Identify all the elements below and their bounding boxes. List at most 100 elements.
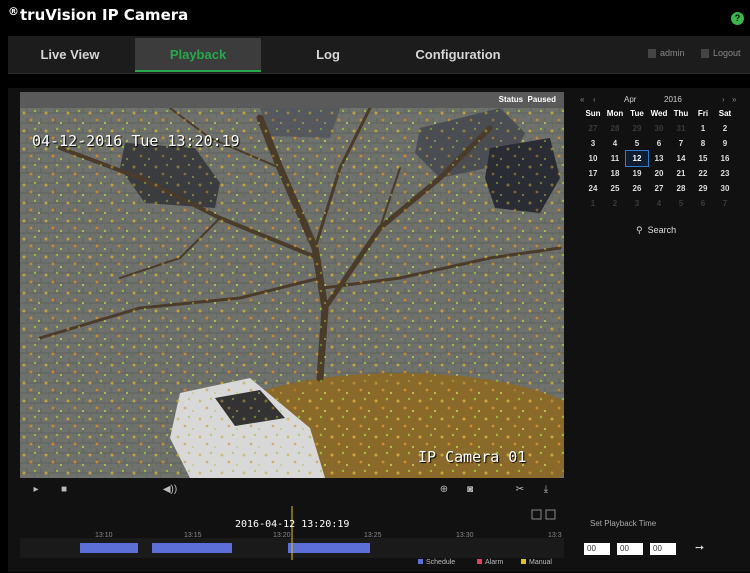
tab-live-view[interactable]: Live View xyxy=(30,38,110,72)
calendar-day[interactable]: 24 xyxy=(582,181,604,196)
video-player[interactable]: 04-12-2016 Tue 13:20:19 IP Camera 01 xyxy=(20,108,564,478)
status-bar: Status Paused xyxy=(20,92,564,108)
snapshot-icon[interactable]: ◙ xyxy=(464,484,476,496)
calendar-day[interactable]: 14 xyxy=(670,151,692,166)
title-bar: ®truVision IP Camera ? xyxy=(0,0,750,36)
status-value: Paused xyxy=(527,95,556,104)
calendar-day[interactable]: 4 xyxy=(604,136,626,151)
next-year-icon[interactable]: » xyxy=(732,95,736,104)
logout-button[interactable]: Logout xyxy=(701,48,741,59)
calendar-day[interactable]: 9 xyxy=(714,136,736,151)
zoom-icon[interactable]: ⊕ xyxy=(438,484,450,496)
tick-label: 13:3 xyxy=(548,532,562,539)
calendar-day[interactable]: 29 xyxy=(692,181,714,196)
calendar-day[interactable]: 30 xyxy=(714,181,736,196)
osd-timestamp: 04-12-2016 Tue 13:20:19 xyxy=(32,132,240,150)
calendar-day[interactable]: 30 xyxy=(648,121,670,136)
calendar-day[interactable]: 10 xyxy=(582,151,604,166)
weekday-header: Sun xyxy=(585,109,601,118)
calendar-day[interactable]: 11 xyxy=(604,151,626,166)
calendar-day[interactable]: 27 xyxy=(648,181,670,196)
next-month-icon[interactable]: › xyxy=(722,95,725,104)
calendar-day[interactable]: 25 xyxy=(604,181,626,196)
legend-label: Alarm xyxy=(485,559,503,566)
calendar-day[interactable]: 3 xyxy=(582,136,604,151)
calendar-day[interactable]: 27 xyxy=(582,121,604,136)
tick-label: 13:10 xyxy=(95,532,113,539)
search-icon: ⚲ xyxy=(636,225,643,235)
weekday-header: Thu xyxy=(673,109,689,118)
tab-log[interactable]: Log xyxy=(298,38,358,72)
recording-segment xyxy=(288,543,370,553)
brand-logo: ®truVision IP Camera xyxy=(8,5,188,24)
calendar-day[interactable]: 29 xyxy=(626,121,648,136)
search-button[interactable]: ⚲ Search xyxy=(636,225,676,236)
legend-swatch-manual xyxy=(521,559,526,564)
tick-label: 13:20 xyxy=(273,532,291,539)
go-arrow-icon[interactable]: ➙ xyxy=(695,541,704,554)
calendar-day[interactable]: 17 xyxy=(582,166,604,181)
weekday-header: Wed xyxy=(650,109,668,118)
calendar-day[interactable]: 8 xyxy=(692,136,714,151)
second-input[interactable] xyxy=(650,543,676,555)
prev-year-icon[interactable]: « xyxy=(580,95,584,104)
expand-icon xyxy=(531,509,542,520)
calendar-year: 2016 xyxy=(664,95,682,104)
timeline[interactable]: 2016-04-12 13:20:19 13:10 13:15 13:20 13… xyxy=(20,504,564,568)
download-icon[interactable]: ⤓ xyxy=(540,484,552,496)
calendar-day[interactable]: 12 xyxy=(625,150,649,167)
calendar-day[interactable]: 20 xyxy=(648,166,670,181)
calendar-day[interactable]: 6 xyxy=(648,136,670,151)
calendar-day[interactable]: 2 xyxy=(604,196,626,211)
calendar-month: Apr xyxy=(624,95,637,104)
playback-controls: ▸ ■ ◀)) ⊕ ◙ ✂ ⤓ xyxy=(20,480,564,502)
weekday-header: Sat xyxy=(718,109,732,118)
calendar-day[interactable]: 4 xyxy=(648,196,670,211)
calendar-grid: Sun Mon Tue Wed Thu Fri Sat 27 28 29 30 31 1 2 3 4 5 6 7 8 9… xyxy=(582,106,746,211)
calendar-day[interactable]: 1 xyxy=(582,196,604,211)
calendar-day[interactable]: 16 xyxy=(714,151,736,166)
tick-label: 13:25 xyxy=(364,532,382,539)
calendar-day[interactable]: 21 xyxy=(670,166,692,181)
calendar-day[interactable]: 5 xyxy=(626,136,648,151)
calendar-day[interactable]: 7 xyxy=(714,196,736,211)
volume-icon[interactable]: ◀)) xyxy=(160,484,180,496)
hour-input[interactable] xyxy=(584,543,610,555)
trademark-icon: ® xyxy=(8,5,19,18)
calendar-day[interactable]: 3 xyxy=(626,196,648,211)
tab-configuration[interactable]: Configuration xyxy=(398,38,518,72)
weekday-header: Fri xyxy=(697,109,709,118)
calendar-day[interactable]: 26 xyxy=(626,181,648,196)
legend-swatch-alarm xyxy=(477,559,482,564)
calendar-day[interactable]: 13 xyxy=(648,151,670,166)
calendar-day[interactable]: 7 xyxy=(670,136,692,151)
calendar-day[interactable]: 1 xyxy=(692,121,714,136)
calendar-day[interactable]: 28 xyxy=(604,121,626,136)
legend-label: Schedule xyxy=(426,559,455,566)
calendar-day[interactable]: 15 xyxy=(692,151,714,166)
calendar-day[interactable]: 2 xyxy=(714,121,736,136)
user-menu[interactable]: admin xyxy=(648,48,685,59)
tab-playback[interactable]: Playback xyxy=(135,38,261,72)
legend-swatch-schedule xyxy=(418,559,423,564)
calendar-day[interactable]: 22 xyxy=(692,166,714,181)
calendar-day[interactable]: 19 xyxy=(626,166,648,181)
clip-icon[interactable]: ✂ xyxy=(514,484,526,496)
calendar-day[interactable]: 31 xyxy=(670,121,692,136)
calendar-day[interactable]: 5 xyxy=(670,196,692,211)
calendar-day[interactable]: 6 xyxy=(692,196,714,211)
play-icon[interactable]: ▸ xyxy=(30,484,42,496)
calendar-day[interactable]: 18 xyxy=(604,166,626,181)
calendar-day[interactable]: 28 xyxy=(670,181,692,196)
calendar-header: « ‹ Apr 2016 › » xyxy=(578,92,746,106)
calendar-day[interactable]: 23 xyxy=(714,166,736,181)
stop-icon[interactable]: ■ xyxy=(58,484,70,496)
playback-time-label: Set Playback Time xyxy=(590,519,657,528)
current-time: 2016-04-12 13:20:19 xyxy=(235,519,349,530)
tick-label: 13:15 xyxy=(184,532,202,539)
legend-label: Manual xyxy=(529,559,552,566)
recording-segment xyxy=(152,543,232,553)
help-icon[interactable]: ? xyxy=(731,12,744,25)
minute-input[interactable] xyxy=(617,543,643,555)
prev-month-icon[interactable]: ‹ xyxy=(593,95,596,104)
